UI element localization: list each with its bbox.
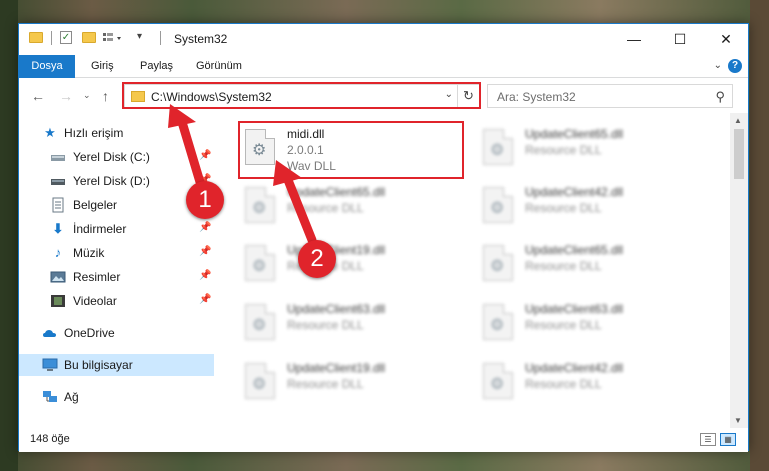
annotation-arrows xyxy=(168,104,317,245)
step-2-badge: 2 xyxy=(298,240,336,278)
step-1-badge: 1 xyxy=(186,181,224,219)
